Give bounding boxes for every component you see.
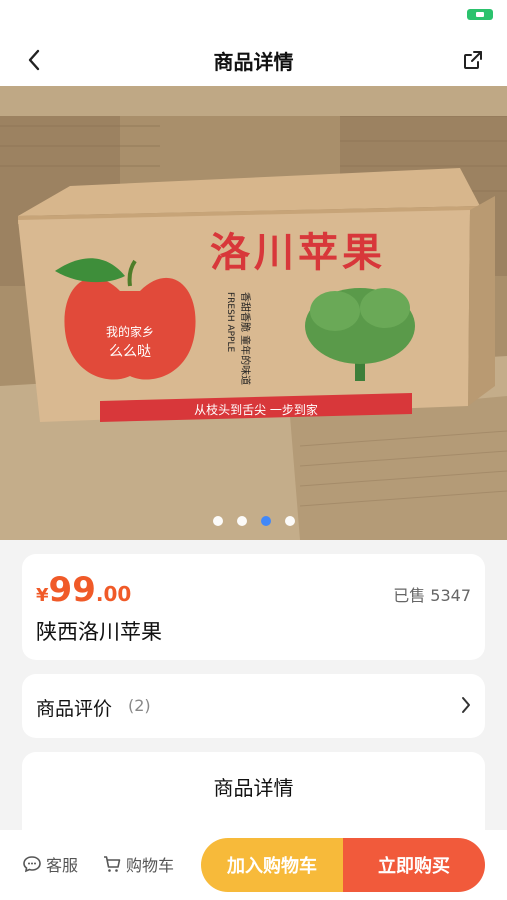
buy-now-button[interactable]: 立即购买 [343,838,485,892]
box-title-text: 洛川苹果 [210,230,386,276]
price-integer: 99 [48,570,96,610]
chat-bubble-icon [23,856,41,873]
apple-text-2: 么么哒 [109,343,151,360]
carousel-dots [0,516,507,526]
status-bar [0,0,507,34]
carousel-dot[interactable] [260,516,271,526]
carousel-dot[interactable] [236,516,247,526]
reviews-label: 商品评价 [36,698,113,720]
external-share-icon [464,51,482,69]
product-name: 陕西洛川苹果 [36,620,162,644]
page-title: 商品详情 [213,50,294,74]
share-button[interactable] [457,44,489,76]
back-button[interactable] [18,44,50,76]
carousel-dot[interactable] [212,516,223,526]
bottom-action-bar: 客服 购物车 加入购物车 立即购买 [0,830,507,900]
price-card: ¥99.00 已售 5347 陕西洛川苹果 [22,554,485,660]
chevron-right-icon [462,697,470,713]
shopping-cart-label: 购物车 [126,856,175,875]
price: ¥99.00 [36,570,131,610]
price-decimal: .00 [95,582,132,606]
apple-text-1: 我的家乡 [106,324,154,339]
details-title: 商品详情 [213,776,294,800]
shopping-cart-button[interactable]: 购物车 [102,852,174,876]
purchase-buttons: 加入购物车 立即购买 [201,838,485,892]
fresh-apple-text: FRESH APPLE [225,292,235,352]
price-currency: ¥ [36,585,49,606]
box-slogan-text: 从枝头到舌尖 一步到家 [194,402,318,417]
product-image: 洛川苹果 我的家乡 么么哒 FRESH APPLE 香甜香脆 童年的味道 从枝头… [0,86,507,540]
customer-service-label: 客服 [46,856,79,875]
shopping-cart-icon [104,856,121,872]
carousel-dot[interactable] [284,516,295,526]
battery-icon [467,9,493,20]
add-to-cart-button[interactable]: 加入购物车 [201,838,343,892]
customer-service-button[interactable]: 客服 [22,852,78,876]
vertical-slogan-text: 香甜香脆 童年的味道 [239,292,252,385]
reviews-count: (2) [128,696,151,715]
product-image-carousel[interactable]: 洛川苹果 我的家乡 么么哒 FRESH APPLE 香甜香脆 童年的味道 从枝头… [0,86,507,540]
chevron-left-icon [28,49,40,71]
nav-bar: 商品详情 [0,34,507,86]
reviews-row[interactable]: 商品评价 (2) [22,674,485,738]
sold-count: 已售 5347 [393,586,471,605]
